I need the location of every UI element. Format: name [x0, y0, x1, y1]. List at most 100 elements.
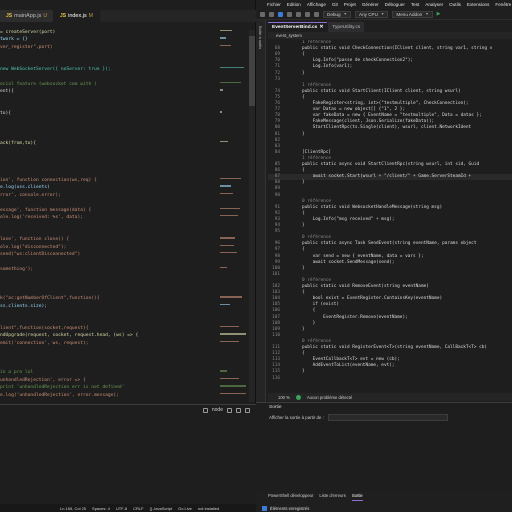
code-line: lient",function(socket,request){ — [0, 326, 89, 331]
minimap-line — [220, 185, 231, 187]
menu-item[interactable]: Outils — [449, 2, 461, 7]
split-terminal-icon[interactable] — [236, 407, 241, 413]
minimap-line — [220, 377, 239, 380]
startup-project-select[interactable]: Menu Addon ▼ — [392, 10, 433, 18]
save-all-icon[interactable] — [296, 11, 301, 17]
configuration-select[interactable]: Debug ▼ — [323, 10, 352, 18]
terminal-toolbar: node — [202, 407, 250, 413]
codelens-text: 1 référence — [302, 82, 332, 88]
status-eol[interactable]: CRLF — [133, 506, 143, 511]
terminal-panel[interactable]: node — [0, 404, 256, 504]
code-line: ion', function connection(ws,req) { — [0, 178, 97, 183]
status-bar: Éléments enregistrés — [256, 504, 512, 512]
code-text: { — [302, 168, 305, 174]
codelens-text: 0 référence — [302, 338, 332, 344]
tab-eventserverbind[interactable]: EventServerBind.cs ✕ — [268, 22, 328, 32]
start-debugging-icon[interactable]: ▶ — [437, 11, 441, 17]
code-line: ecial feature (websocket com with ) — [0, 81, 97, 87]
code-text: StartClientRpc(ts.Single(client), wsurl,… — [302, 125, 472, 131]
status-extension[interactable]: not installed — [198, 506, 219, 511]
menu-item[interactable]: Fichier — [267, 2, 281, 7]
tab-mainapp[interactable]: JS mainApp.js U — [0, 10, 54, 22]
menu-item[interactable]: Générer — [362, 2, 379, 7]
code-text: { — [302, 210, 305, 216]
menu-item[interactable]: Git — [332, 2, 338, 7]
new-item-icon[interactable] — [278, 11, 283, 17]
redo-icon[interactable] — [314, 11, 319, 17]
menu-item[interactable]: Projet — [344, 2, 356, 7]
menu-item[interactable]: Affichage — [307, 2, 326, 7]
forward-icon[interactable] — [269, 11, 274, 17]
menu-item[interactable]: Fenêtre — [495, 2, 511, 7]
navigation-bar[interactable]: event_system — [268, 32, 512, 39]
tab-label: EventServerBind.cs — [272, 25, 318, 30]
code-text: { — [302, 247, 305, 253]
status-cursor-position[interactable]: Ln 165, Col 25 — [60, 506, 86, 511]
tab-index[interactable]: JS index.js M — [53, 10, 100, 22]
chevron-down-icon: ▼ — [425, 12, 429, 16]
back-icon[interactable] — [260, 11, 265, 17]
code-editor[interactable]: = createServer(port) twork = {} ver_regist… — [0, 30, 218, 402]
tab-error-list[interactable]: Liste d'erreurs — [319, 493, 345, 501]
tab-typeutility[interactable]: TypeUtility.cs — [328, 22, 365, 32]
minimap-line — [220, 37, 226, 39]
code-text: { — [302, 52, 305, 58]
status-indentation[interactable]: Spaces: 4 — [92, 506, 110, 511]
menu-item[interactable]: Analyser — [425, 2, 443, 7]
code-line: new WebSocketServer({ noServer: true }); — [0, 67, 111, 72]
output-panel[interactable]: Sortie Afficher la sortie à partir de : — [256, 402, 512, 492]
code-text: await socket.Start(wsurl + "/client/" + … — [302, 174, 472, 180]
undo-icon[interactable] — [305, 11, 310, 17]
terminal-icon[interactable] — [202, 407, 208, 413]
code-text: public static void RegisterEvent<T>(stri… — [302, 345, 488, 350]
project-dropdown[interactable]: event_system — [276, 33, 302, 38]
saved-icon — [262, 505, 267, 511]
platform-select[interactable]: Any CPU ▼ — [355, 10, 389, 18]
minimap-line — [220, 178, 241, 180]
tab-label: mainApp.js — [14, 13, 42, 19]
code-text: } — [302, 326, 305, 332]
minimap-line — [220, 81, 241, 84]
terminal-shell-label[interactable]: node — [212, 407, 223, 413]
menu-item[interactable]: Edition — [287, 2, 301, 7]
code-editor[interactable]: 1 référence 68 public static void CheckCon… — [268, 40, 512, 392]
tab-output[interactable]: Sortie — [351, 493, 363, 501]
status-go-live[interactable]: Go Live — [178, 506, 192, 511]
close-icon[interactable]: ✕ — [319, 25, 323, 30]
minimap[interactable] — [218, 30, 248, 402]
minimap-line — [220, 44, 232, 47]
save-icon[interactable] — [287, 11, 292, 17]
status-bar: Ln 165, Col 25 Spaces: 4 UTF-8 CRLF {} J… — [0, 504, 256, 512]
add-terminal-icon[interactable] — [227, 407, 232, 413]
minimap-line — [220, 385, 246, 387]
zoom-level[interactable]: 100 % — [278, 395, 290, 400]
menu-item[interactable]: Déboguer — [385, 2, 405, 7]
code-text: var Datas = new object[] {"1", 2 }; — [302, 107, 406, 113]
menu-item[interactable]: Extensions — [467, 2, 489, 7]
code-text: } — [302, 70, 305, 76]
minimap-line — [220, 252, 238, 254]
menu-item[interactable]: Test — [411, 2, 419, 7]
configuration-value: Debug — [327, 11, 341, 17]
code-line: ss.clients.size); — [0, 303, 48, 309]
scrollbar-thumb[interactable] — [249, 36, 255, 106]
toolbox-label[interactable]: Boîte à outils — [258, 26, 263, 49]
issues-status[interactable]: Aucun problème détecté — [307, 395, 352, 400]
code-text: { — [302, 308, 316, 314]
status-language[interactable]: {} JavaScript — [150, 506, 172, 511]
minimap-line — [220, 370, 228, 372]
code-text: bool exist = EventRegister.ContainsKey(e… — [302, 296, 443, 302]
check-circle-icon — [295, 394, 301, 400]
output-source-select[interactable] — [327, 414, 448, 421]
status-encoding[interactable]: UTF-8 — [116, 506, 127, 511]
tab-developer-powershell[interactable]: PowerShell développeur — [268, 493, 313, 501]
minimap-line — [220, 111, 223, 113]
code-line: ole.log("disconnected"); — [0, 244, 67, 250]
minimap-line — [220, 237, 235, 239]
toolbox-side-tab[interactable]: Boîte à outils — [256, 20, 266, 402]
trash-icon[interactable] — [245, 407, 250, 413]
